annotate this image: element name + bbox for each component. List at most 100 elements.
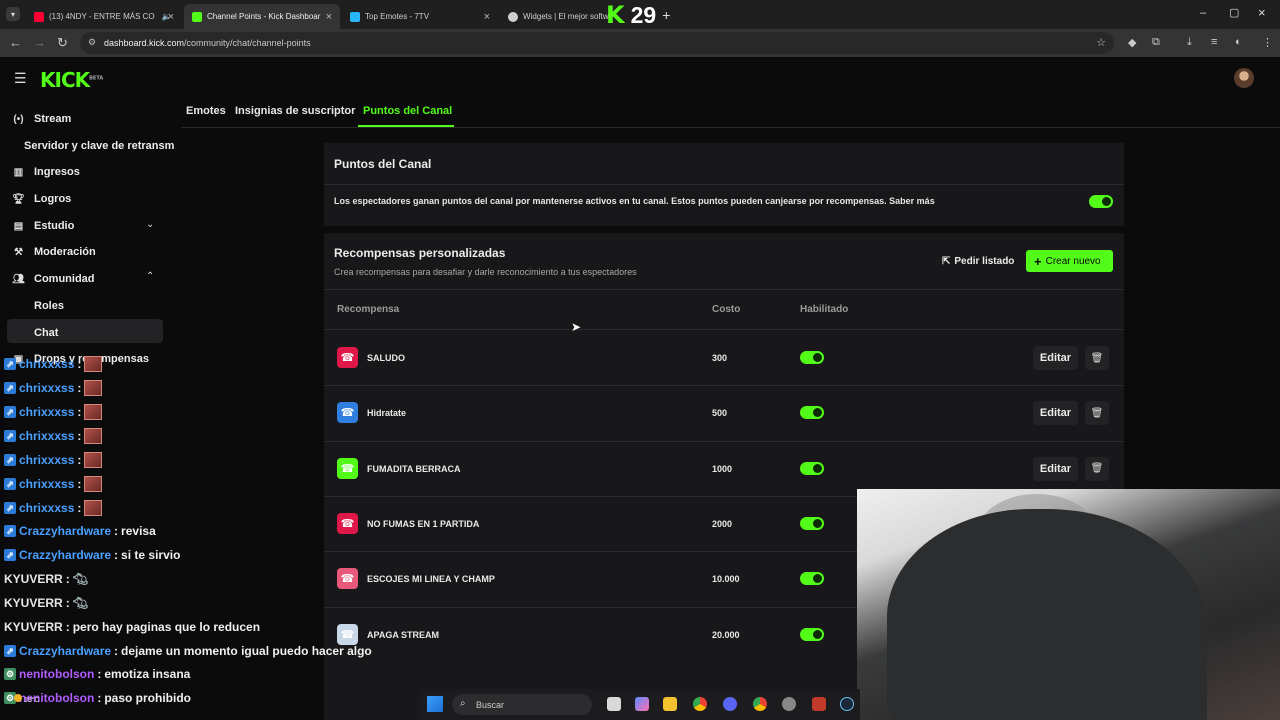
chat-emote-icon <box>84 452 103 468</box>
site-info-icon[interactable]: ⚙ <box>88 37 96 48</box>
browser-tab-7tv[interactable]: Top Emotes - 7TV × <box>342 4 498 29</box>
reward-enabled-toggle[interactable] <box>800 406 824 420</box>
app-icon[interactable] <box>782 697 796 711</box>
chrome-active-icon[interactable] <box>753 697 767 711</box>
menu-icon[interactable]: ⋮ <box>1262 36 1273 49</box>
request-list-button[interactable]: ⇱ Pedir listado <box>936 250 1018 272</box>
youtube-icon <box>34 11 44 22</box>
weather-widget[interactable]: 19°C <box>14 694 40 704</box>
sidebar-item-roles[interactable]: Roles <box>34 300 64 312</box>
copilot-icon[interactable] <box>635 697 649 711</box>
edit-button[interactable]: Editar <box>1033 346 1078 370</box>
trophy-icon: 🏆︎ <box>12 193 25 205</box>
chat-separator: : <box>97 667 102 681</box>
media-icon[interactable]: ≡ <box>1211 36 1217 48</box>
chevron-down-icon[interactable]: ⌄ <box>146 219 154 230</box>
sidebar-item-comunidad[interactable]: 👥︎ Comunidad <box>12 267 164 291</box>
hamburger-menu-icon[interactable]: ☰ <box>14 70 27 87</box>
chat-username[interactable]: chrixxxss <box>19 357 74 371</box>
delete-icon[interactable]: 🗑︎ <box>1085 346 1109 370</box>
search-placeholder: Buscar <box>476 699 505 710</box>
chat-username[interactable]: chrixxxss <box>19 381 74 395</box>
create-new-button[interactable]: + Crear nuevo <box>1026 250 1113 272</box>
create-new-label: Crear nuevo <box>1045 255 1101 267</box>
delete-icon[interactable]: 🗑︎ <box>1085 456 1109 481</box>
browser-tab-youtube[interactable]: (13) 4NDY - ENTRE MÁS CO 🔈 × <box>26 4 182 29</box>
game-icon[interactable] <box>812 697 826 711</box>
new-tab-icon[interactable]: + <box>662 7 670 23</box>
kick-logo[interactable]: KICKBETA <box>40 68 103 92</box>
puzzle-icon[interactable]: ⧉ <box>1152 36 1160 49</box>
windows-start-icon[interactable] <box>427 696 443 712</box>
maximize-icon[interactable]: ▢ <box>1229 6 1239 19</box>
close-window-icon[interactable]: × <box>1258 5 1266 20</box>
bookmark-star-icon[interactable]: ☆ <box>1096 36 1106 49</box>
chat-username[interactable]: chrixxxss <box>19 501 74 515</box>
card-title: Puntos del Canal <box>334 157 432 171</box>
chat-message: ⇗ Crazzyhardware : revisa <box>4 521 156 541</box>
chat-username[interactable]: KYUVERR <box>4 596 63 610</box>
sidebar-item-stream[interactable]: (•) Stream <box>12 107 164 131</box>
edit-button[interactable]: Editar <box>1033 401 1078 426</box>
chat-badge-icon: ⇗ <box>4 454 16 466</box>
reward-enabled-toggle[interactable] <box>800 627 824 641</box>
sidebar-item-estudio[interactable]: ▤ Estudio <box>12 214 164 238</box>
profile-icon[interactable]: ◐ <box>1235 36 1242 48</box>
chat-username[interactable]: Crazzyhardware <box>19 644 111 658</box>
windows-taskbar: ⌕ Buscar <box>420 689 860 720</box>
reward-enabled-toggle[interactable] <box>800 461 824 475</box>
browser-tab-kick[interactable]: Channel Points - Kick Dashboar × <box>184 4 340 29</box>
reward-enabled-toggle[interactable] <box>800 351 824 364</box>
chat-username[interactable]: Crazzyhardware <box>19 524 111 538</box>
extension-icon[interactable]: ◆ <box>1128 36 1136 49</box>
discord-icon[interactable] <box>723 697 737 711</box>
chat-username[interactable]: chrixxxss <box>19 405 74 419</box>
edit-button[interactable]: Editar <box>1033 456 1078 481</box>
sidebar-item-ingresos[interactable]: ▥ Ingresos <box>12 160 164 184</box>
close-icon[interactable]: × <box>168 11 174 23</box>
delete-icon[interactable]: 🗑︎ <box>1085 401 1109 426</box>
chat-emote-icon: 🐀︎ <box>72 572 88 586</box>
chat-username[interactable]: Crazzyhardware <box>19 548 111 562</box>
url-field[interactable]: ⚙ dashboard.kick.com/community/chat/chan… <box>80 32 1114 54</box>
tab-puntos-del-canal[interactable]: Puntos del Canal <box>363 105 452 117</box>
chevron-up-icon[interactable]: ⌃ <box>146 271 154 282</box>
chat-username[interactable]: chrixxxss <box>19 477 74 491</box>
taskbar-search[interactable]: ⌕ Buscar <box>452 694 592 715</box>
task-view-icon[interactable] <box>607 697 621 711</box>
back-icon[interactable]: ← <box>9 35 22 50</box>
download-icon[interactable]: ⤓ <box>1187 36 1192 49</box>
chat-username[interactable]: KYUVERR <box>4 620 63 634</box>
sidebar-item-chat[interactable]: Chat <box>34 327 58 339</box>
chrome-icon[interactable] <box>693 697 707 711</box>
sidebar-item-server-key[interactable]: Servidor y clave de retransm <box>24 140 174 152</box>
chat-overlay: ⇗ chrixxxss : ⇗ chrixxxss : ⇗ chrixxxss : ⇗ chr… <box>0 350 420 720</box>
list-icon: ⇱ <box>942 255 951 267</box>
tab-emotes[interactable]: Emotes <box>186 105 226 117</box>
sidebar-item-logros[interactable]: 🏆︎ Logros <box>12 187 164 211</box>
browser-tab-widgets[interactable]: Widgets | El mejor softw <box>500 4 610 29</box>
sidebar-item-moderacion[interactable]: ⚒ Moderación <box>12 240 164 264</box>
chat-username[interactable]: KYUVERR <box>4 572 63 586</box>
reload-icon[interactable]: ↻ <box>57 35 68 51</box>
chat-message: ⇗ chrixxxss : <box>4 354 103 374</box>
reward-enabled-toggle[interactable] <box>800 516 824 530</box>
close-icon[interactable]: × <box>322 10 332 23</box>
close-icon[interactable]: × <box>484 11 490 23</box>
file-explorer-icon[interactable] <box>663 697 677 711</box>
chat-username[interactable]: nenitobolson <box>19 667 94 681</box>
chat-username[interactable]: chrixxxss <box>19 429 74 443</box>
reward-enabled-toggle[interactable] <box>800 572 824 586</box>
chart-icon: ▥ <box>13 166 24 178</box>
chat-separator: : <box>77 405 82 419</box>
channel-points-toggle[interactable] <box>1089 195 1113 208</box>
tab-label: Widgets | El mejor softw <box>523 12 609 21</box>
tab-insignias[interactable]: Insignias de suscriptor <box>235 105 355 117</box>
avatar[interactable] <box>1234 68 1254 88</box>
minimize-icon[interactable]: – <box>1200 7 1206 19</box>
chat-username[interactable]: chrixxxss <box>19 453 74 467</box>
steam-icon[interactable] <box>840 697 854 711</box>
tab-list-chevron-icon[interactable]: ▾ <box>6 7 20 21</box>
forward-icon[interactable]: → <box>33 35 46 50</box>
plus-icon: + <box>1034 253 1042 269</box>
